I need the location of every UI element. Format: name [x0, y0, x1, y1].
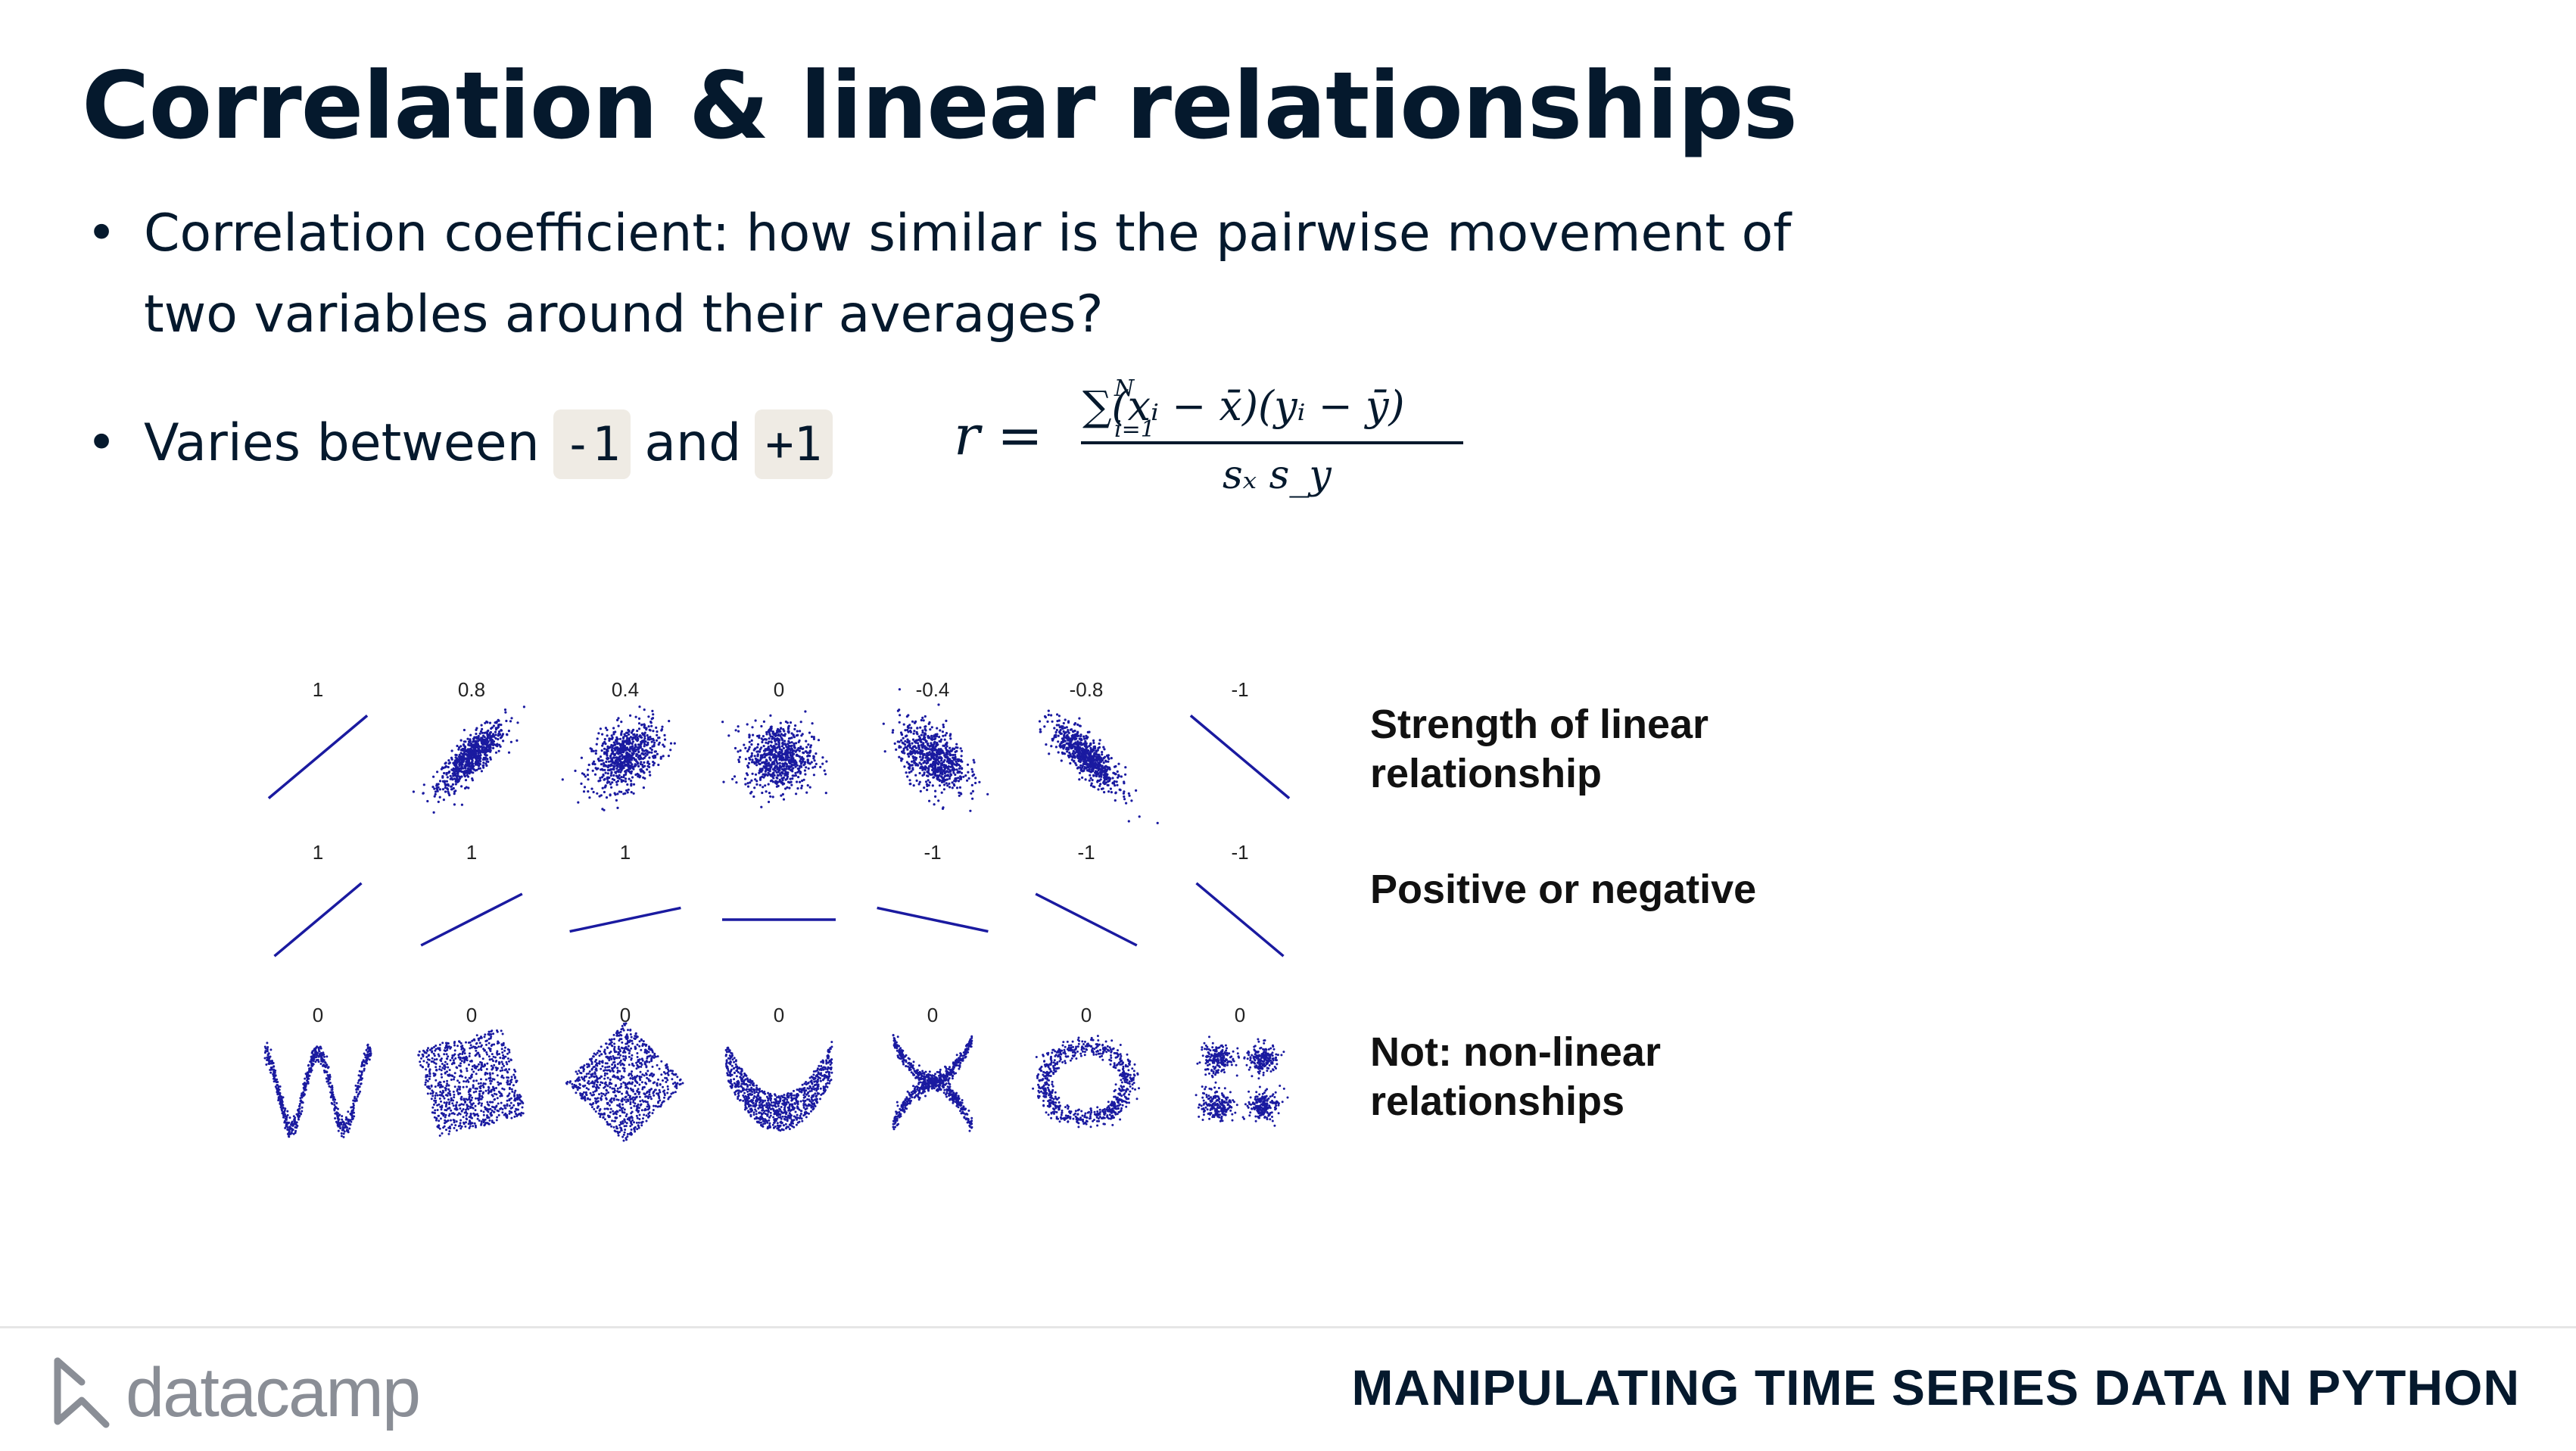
- line-panel-slope: [420, 892, 523, 947]
- code-minus-one: -1: [553, 409, 631, 479]
- nonlinear-panel-w: [263, 1042, 372, 1138]
- panel-value-label: 1: [313, 678, 323, 701]
- panel-value-label: 1: [313, 841, 323, 864]
- bullet-dot: •: [86, 204, 117, 263]
- panel-value-label: 0.8: [458, 678, 485, 701]
- scatter-panel-strength: [561, 705, 676, 811]
- panel-value-label: 0: [1235, 1004, 1245, 1026]
- nonlinear-panel-square: [417, 1029, 525, 1137]
- bullet-text-and: and: [644, 413, 742, 473]
- formula-denominator: sₓ s_y: [1223, 453, 1332, 498]
- panel-value-label: -1: [924, 841, 941, 864]
- panel-value-label: -1: [1231, 841, 1248, 864]
- nonlinear-panel-diamond: [565, 1022, 684, 1142]
- line-panel-slope: [877, 906, 989, 933]
- correlation-examples-figure: 1 0.8 0.4 0 -0.4 -0.8 -11 1 1 -1 -1 -10 0 0 0 0 0 0: [263, 678, 1291, 1142]
- panel-value-label: -0.4: [916, 678, 950, 701]
- line-panel-slope: [273, 882, 363, 957]
- bullet-dot: •: [86, 413, 117, 473]
- line-panel-slope: [1195, 882, 1285, 957]
- panel-value-label: 1: [620, 841, 631, 864]
- footer-divider: [0, 1326, 2576, 1328]
- panel-value-label: -0.8: [1070, 678, 1104, 701]
- fraction-bar: [1081, 441, 1463, 444]
- bullet-item: • Varies between -1 and +1: [82, 403, 1823, 484]
- panel-value-label: 0: [1081, 1004, 1092, 1026]
- panel-value-label: -1: [1231, 678, 1248, 701]
- nonlinear-panel-x: [892, 1034, 973, 1132]
- panel-value-label: -1: [1077, 841, 1095, 864]
- scatter-panel-strength: [882, 688, 989, 812]
- scatter-panel-strength: [412, 705, 525, 814]
- nonlinear-panel-clusters: [1195, 1035, 1289, 1127]
- bullet-list: • Correlation coefficient: how similar i…: [82, 193, 1823, 484]
- row-label-nonlinear: Not: non-linear relationships: [1370, 1029, 1661, 1124]
- row-label-sign: Positive or negative: [1370, 867, 1757, 912]
- scatter-panel-strength: [267, 715, 369, 799]
- panel-value-label: 0: [313, 1004, 323, 1026]
- brand-name: datacamp: [126, 1353, 421, 1431]
- scatter-panel-strength: [721, 710, 828, 808]
- nonlinear-panel-ring: [1032, 1035, 1140, 1129]
- row-label-strength: Strength of linear relationship: [1370, 702, 1709, 796]
- scatter-panel-strength: [1038, 709, 1159, 824]
- slide-title: Correlation & linear relationships: [82, 52, 1798, 160]
- panel-value-label: 0.4: [612, 678, 639, 701]
- panel-value-label: 0: [927, 1004, 938, 1026]
- bullet-text: Varies between: [144, 413, 540, 473]
- bullet-item: • Correlation coefficient: how similar i…: [82, 193, 1823, 355]
- course-title: MANIPULATING TIME SERIES DATA IN PYTHON: [1351, 1359, 2520, 1415]
- line-panel-slope: [1035, 892, 1138, 947]
- scatter-panel-strength: [1189, 715, 1291, 799]
- line-panel-slope: [569, 906, 681, 933]
- formula-sum-sub: i=1: [1114, 416, 1155, 443]
- panel-value-label: 0: [774, 1004, 784, 1026]
- datacamp-logo: datacamp: [51, 1347, 421, 1438]
- bullet-text: Correlation coefficient: how similar is …: [144, 204, 1792, 344]
- panel-value-label: 0: [774, 678, 784, 701]
- panel-value-label: 1: [466, 841, 477, 864]
- formula-sum-sup: N: [1114, 375, 1135, 402]
- panel-value-label: 0: [466, 1004, 477, 1026]
- code-plus-one: +1: [755, 409, 833, 479]
- formula-lhs: r =: [954, 403, 1043, 467]
- nonlinear-panel-parabola: [724, 1041, 833, 1132]
- datacamp-logo-icon: [54, 1357, 110, 1428]
- correlation-formula: r = ∑(xᵢ − x̄)(yᵢ − ȳ) N i=1 sₓ s_y: [954, 375, 1463, 498]
